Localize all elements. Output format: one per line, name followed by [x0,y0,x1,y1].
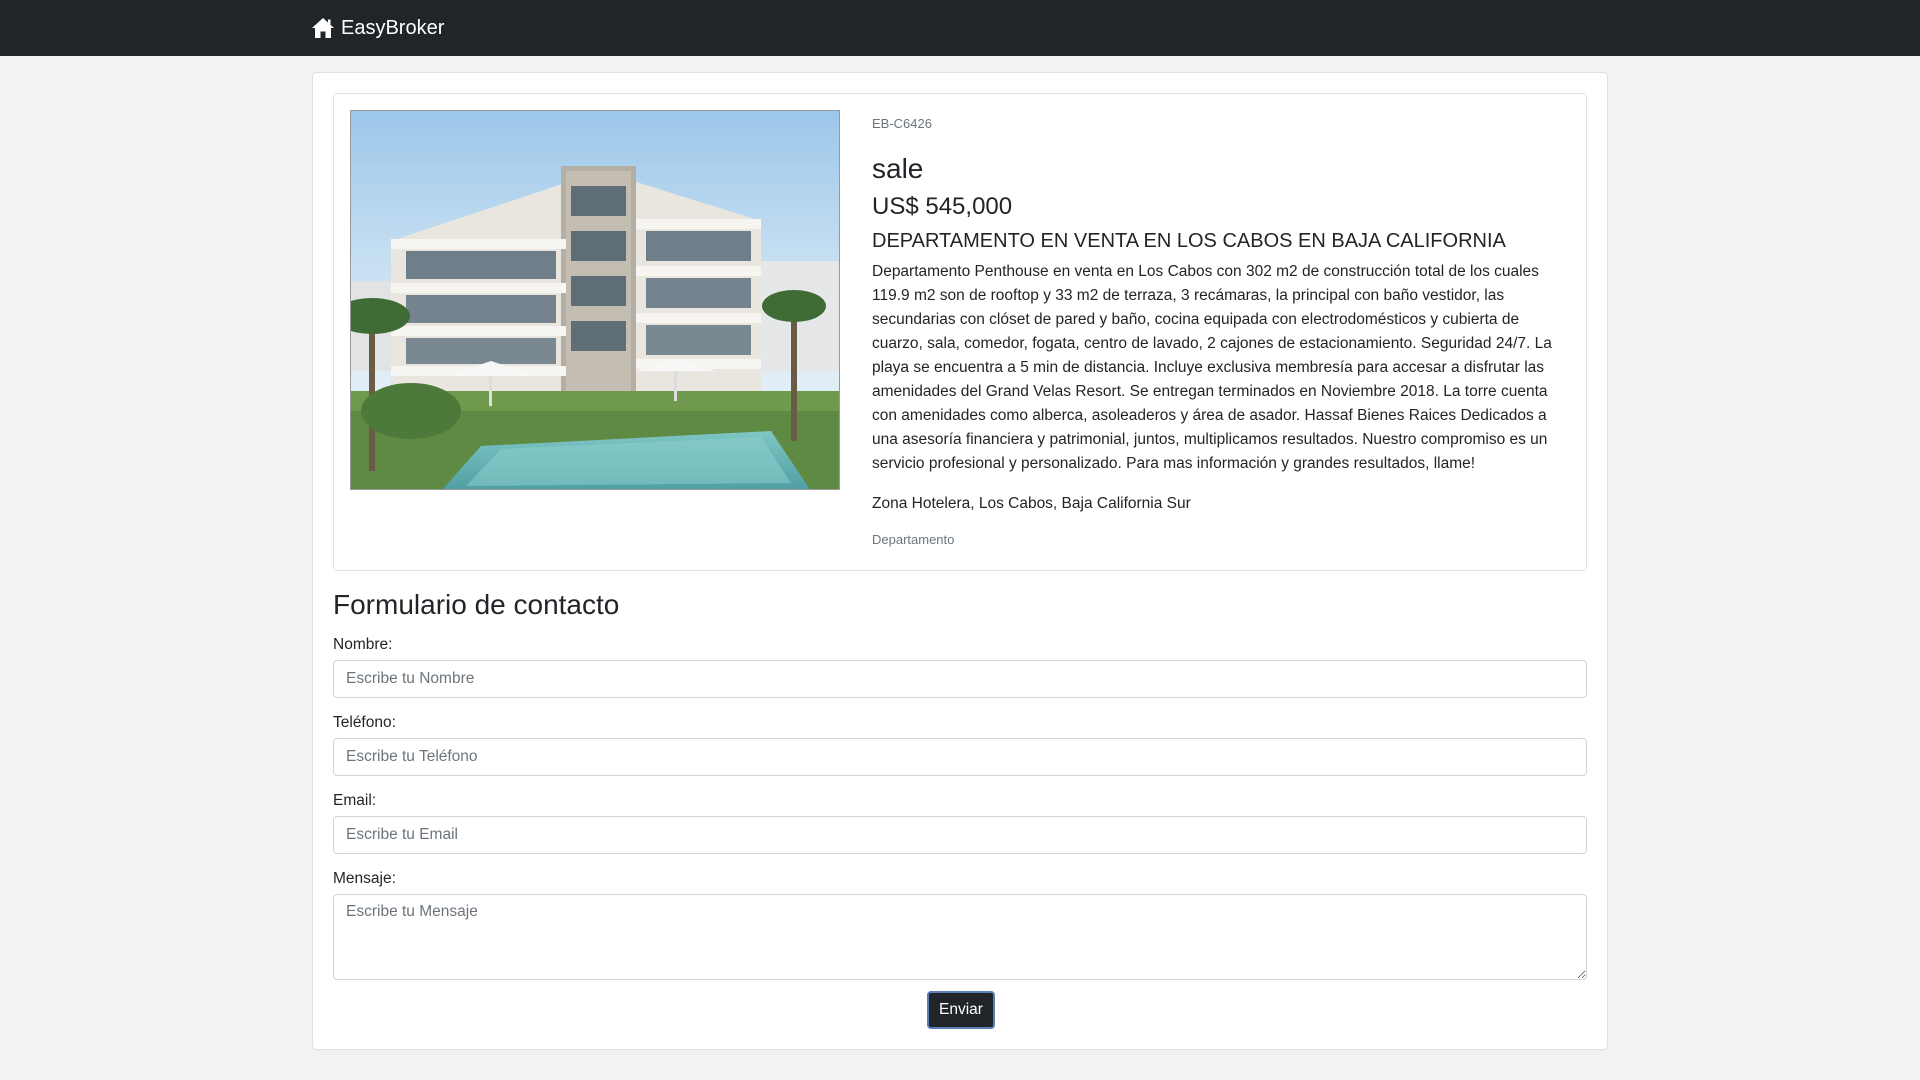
name-field-group: Nombre: [333,635,1587,698]
brand-link[interactable]: EasyBroker [311,17,444,40]
email-field-group: Email: [333,791,1587,854]
listing-description: Departamento Penthouse en venta en Los C… [872,263,1552,472]
top-navbar: EasyBroker [0,0,1920,56]
listing-info: EB-C6426 sale US$ 545,000 DEPARTAMENTO E… [872,114,1572,550]
property-photo [350,110,840,490]
listing-id: EB-C6426 [872,116,932,131]
listing-price: US$ 545,000 [872,193,1013,220]
listing-location: Zona Hotelera, Los Cabos, Baja Californi… [872,495,1191,512]
submit-button[interactable]: Enviar [927,991,995,1029]
name-label: Nombre: [333,636,393,653]
name-input[interactable] [333,660,1587,698]
main-card: EB-C6426 sale US$ 545,000 DEPARTAMENTO E… [312,72,1608,1050]
email-label: Email: [333,792,377,809]
phone-label: Teléfono: [333,714,396,731]
phone-field-group: Teléfono: [333,713,1587,776]
contact-form-title: Formulario de contacto [333,589,620,620]
listing-title: DEPARTAMENTO EN VENTA EN LOS CABOS EN BA… [872,230,1506,252]
email-input[interactable] [333,816,1587,854]
phone-input[interactable] [333,738,1587,776]
message-field-group: Mensaje: [333,869,1587,985]
operation-type: sale [872,153,924,184]
message-textarea[interactable] [333,894,1587,980]
message-label: Mensaje: [333,870,396,887]
property-type: Departamento [872,532,955,547]
brand-label: EasyBroker [341,16,445,39]
home-icon [311,17,335,39]
listing-card: EB-C6426 sale US$ 545,000 DEPARTAMENTO E… [333,93,1587,571]
